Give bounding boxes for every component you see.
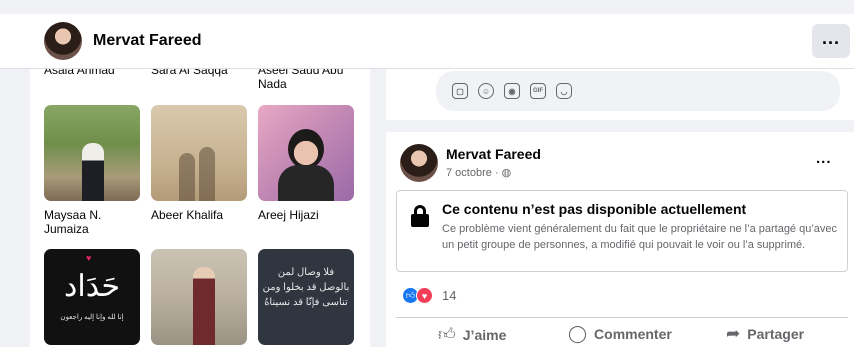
friend-name-asala[interactable]: Asala Ahmad — [44, 69, 115, 77]
share-button[interactable]: ➦ Partager — [726, 324, 804, 344]
thumbs-up-icon: 👍︎ — [438, 325, 456, 344]
comment-button[interactable]: ◯ Commenter — [568, 324, 672, 344]
friend-photo-areej[interactable] — [258, 105, 354, 201]
lock-icon — [411, 205, 429, 227]
friend-name-maysaa[interactable]: Maysaa N. Jumaiza — [44, 208, 140, 236]
separator: · — [494, 167, 502, 179]
friend-name-sara[interactable]: Sara Al Saqqa — [151, 69, 228, 77]
sticker-smile-icon[interactable]: ◡ — [556, 83, 572, 99]
love-reaction-icon: ♥ — [416, 287, 433, 304]
comment-input[interactable]: ▢ ☺ ◉ GIF ◡ ➤ — [436, 71, 840, 111]
friend-name-areej[interactable]: Areej Hijazi — [258, 208, 319, 222]
photo-text: فلا وصال لمن بالوصل قد بخلوا ومن تناسى ف… — [262, 267, 350, 308]
heart-icon: ♥ — [86, 253, 92, 263]
post-author-avatar[interactable] — [400, 144, 438, 182]
post-author-name[interactable]: Mervat Fareed — [446, 146, 541, 162]
sticker-icon[interactable]: ▢ — [452, 83, 468, 99]
friend-photo-5[interactable] — [151, 249, 247, 345]
share-icon: ➦ — [726, 324, 741, 343]
photo-subtext: إنا لله وإنا إليه راجعون — [60, 314, 124, 321]
profile-avatar[interactable] — [44, 22, 82, 60]
share-label: Partager — [747, 326, 805, 342]
like-button[interactable]: 👍︎ J’aime — [438, 324, 506, 345]
comment-composer: ▢ ☺ ◉ GIF ◡ ➤ — [386, 69, 854, 120]
more-options-button[interactable]: ... — [812, 24, 850, 58]
notice-title: Ce contenu n’est pas disponible actuelle… — [442, 201, 747, 217]
emoji-icon[interactable]: ☺ — [478, 83, 494, 99]
friends-panel: Asala Ahmad Sara Al Saqqa Aseel Saud Abu… — [30, 69, 370, 347]
post-more-button[interactable]: ... — [816, 150, 832, 167]
comment-label: Commenter — [594, 326, 672, 342]
post-actions: 👍︎ J’aime ◯ Commenter ➦ Partager — [396, 317, 848, 347]
photo-text: حَدَاد — [64, 269, 120, 304]
unavailable-content-notice: Ce contenu n’est pas disponible actuelle… — [396, 190, 848, 272]
friend-photo-4[interactable]: ♥ حَدَاد إنا لله وإنا إليه راجعون — [44, 249, 140, 345]
like-label: J’aime — [462, 326, 507, 343]
friend-photo-6[interactable]: فلا وصال لمن بالوصل قد بخلوا ومن تناسى ف… — [258, 249, 354, 345]
reaction-count[interactable]: 14 — [442, 288, 456, 303]
notice-description: Ce problème vient généralement du fait q… — [442, 223, 838, 251]
profile-name[interactable]: Mervat Fareed — [93, 32, 202, 50]
friend-name-aseel[interactable]: Aseel Saud Abu Nada — [258, 69, 358, 91]
post-meta: 7 octobre · ◍ — [446, 166, 511, 179]
camera-icon[interactable]: ◉ — [504, 83, 520, 99]
profile-header: Mervat Fareed ... — [0, 14, 854, 69]
post-card: Mervat Fareed 7 octobre · ◍ ... Ce conte… — [386, 132, 854, 347]
globe-icon: ◍ — [501, 167, 512, 179]
post-date[interactable]: 7 octobre — [446, 167, 492, 179]
friend-photo-abeer[interactable] — [151, 105, 247, 201]
gif-icon[interactable]: GIF — [530, 83, 546, 99]
friend-name-abeer[interactable]: Abeer Khalifa — [151, 208, 223, 222]
comment-icon: ◯ — [568, 324, 588, 343]
friend-photo-maysaa[interactable] — [44, 105, 140, 201]
